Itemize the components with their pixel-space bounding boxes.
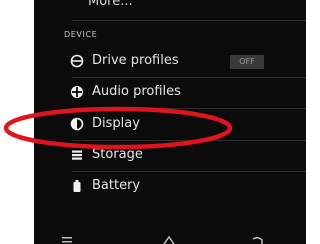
settings-item-audio-profiles[interactable]: Audio profiles xyxy=(34,78,306,108)
settings-item-display[interactable]: Display xyxy=(34,110,306,140)
settings-item-label: Drive profiles xyxy=(92,53,179,68)
settings-item-drive-profiles[interactable]: Drive profiles OFF xyxy=(34,47,306,77)
back-icon[interactable] xyxy=(250,234,264,244)
navigation-bar xyxy=(34,230,306,244)
divider xyxy=(72,20,306,21)
audio-profiles-icon xyxy=(71,86,83,98)
settings-item-label: Battery xyxy=(92,178,141,193)
recent-apps-icon[interactable] xyxy=(60,234,74,244)
drive-profiles-icon xyxy=(70,54,84,68)
settings-item-battery[interactable]: Battery xyxy=(34,172,306,202)
settings-item-label: Audio profiles xyxy=(92,84,181,99)
battery-icon xyxy=(73,180,81,192)
home-icon[interactable] xyxy=(162,234,176,244)
storage-icon xyxy=(72,150,82,160)
divider xyxy=(72,108,306,109)
section-header-device: DEVICE xyxy=(64,30,98,39)
display-icon xyxy=(70,117,84,131)
drive-profiles-toggle[interactable]: OFF xyxy=(230,55,264,69)
settings-screen: More... DEVICE Drive profiles OFF Audio … xyxy=(34,0,306,244)
settings-item-label: Display xyxy=(92,116,140,131)
settings-item-label: Storage xyxy=(92,147,143,162)
more-item[interactable]: More... xyxy=(88,0,133,9)
settings-item-storage[interactable]: Storage xyxy=(34,141,306,171)
